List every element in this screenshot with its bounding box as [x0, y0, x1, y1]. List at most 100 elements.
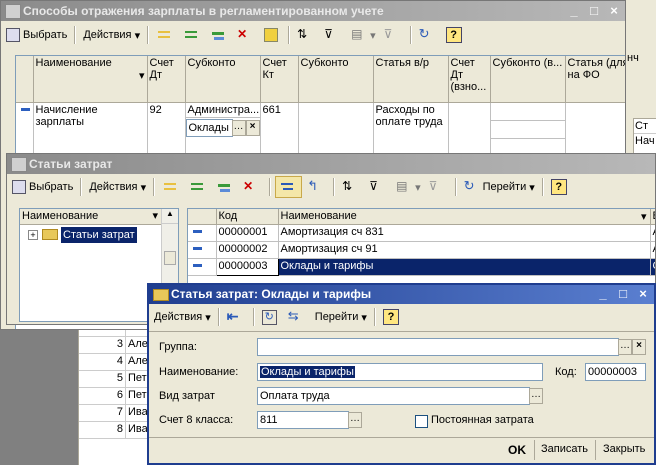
item-icon — [193, 230, 202, 234]
minimize-button[interactable]: _ — [565, 3, 583, 19]
toolbar: Выбрать Действия ▾ ✕ ↰ ⇅ ⊽ ▤ ▾ ⊽ ↻ Перейт… — [9, 175, 653, 199]
maximize-button[interactable]: □ — [585, 3, 603, 19]
chevron-down-icon: ▾ — [131, 29, 141, 42]
tree-header: Наименование ▾ — [20, 209, 178, 225]
bg-list-item: 3 Але — [79, 336, 154, 354]
maximize-button[interactable]: □ — [614, 286, 632, 302]
goto-label: Перейти — [482, 181, 527, 193]
hierarchy-icon[interactable] — [275, 176, 303, 198]
delete-mark-icon[interactable]: ✕ — [234, 25, 259, 45]
sort-icon[interactable]: ⇅ — [339, 177, 364, 197]
goto-menu[interactable]: ↻ Перейти ▾ — [461, 177, 538, 197]
col-extra[interactable]: В — [650, 209, 655, 225]
select-button[interactable]: Выбрать — [3, 25, 70, 45]
group-clear-icon[interactable]: × — [632, 339, 646, 355]
col-acc-dt[interactable]: Счет Дт — [147, 56, 186, 103]
bg-row-num: 7 — [116, 406, 123, 418]
col-subconto-2[interactable]: Субконто — [298, 56, 374, 103]
list-icon — [11, 157, 27, 172]
actions-menu[interactable]: Действия ▾ — [86, 177, 149, 197]
goto-arrows-icon[interactable]: ⇆ — [285, 307, 310, 327]
col-name[interactable]: Наименование ▾ — [278, 209, 651, 225]
list-item[interactable]: 00000003Оклады и тарифыО — [188, 257, 655, 276]
goto-menu[interactable]: Перейти ▾ — [312, 307, 370, 327]
help-icon[interactable]: ? — [548, 177, 573, 197]
folder-icon — [153, 289, 169, 301]
tree-item-root[interactable]: + Статьи затрат — [20, 227, 178, 243]
actions-menu[interactable]: Действия ▾ — [80, 25, 143, 45]
add-icon[interactable] — [153, 25, 178, 45]
folder-icon — [42, 229, 58, 240]
title-bar: Способы отражения зарплаты в регламентир… — [1, 1, 625, 21]
toolbar: Выбрать Действия ▾ ✕ ⇅ ⊽ ▤ ▾ ⊽ ↻ ? — [3, 23, 623, 47]
col-acc-kt[interactable]: Счет Кт — [260, 56, 299, 103]
clear-filter-icon[interactable]: ⊽ — [381, 25, 406, 45]
expand-icon[interactable]: + — [28, 230, 38, 240]
delete-mark-icon[interactable]: ✕ — [240, 177, 265, 197]
name-field[interactable]: Оклады и тарифы — [257, 363, 543, 381]
close-button[interactable]: × — [634, 286, 652, 302]
copy-icon[interactable] — [207, 25, 232, 45]
cell-name: Оклады и тарифы — [278, 258, 651, 276]
list-item[interactable]: 00000001Амортизация сч 831А — [188, 224, 655, 242]
add-group-icon[interactable] — [180, 25, 205, 45]
clear-icon[interactable]: × — [245, 119, 259, 136]
copy-icon[interactable] — [213, 177, 238, 197]
reread-icon[interactable]: ↻ — [259, 307, 283, 327]
actions-label: Действия — [83, 29, 132, 41]
help-icon[interactable]: ? — [380, 307, 405, 327]
close-form-button[interactable]: Закрыть — [603, 443, 645, 455]
bg-row-num: 3 — [116, 338, 123, 350]
col-subconto[interactable]: Субконто — [185, 56, 261, 103]
group-field[interactable] — [257, 338, 619, 356]
constant-cost-checkbox[interactable] — [415, 415, 428, 428]
add-icon[interactable] — [159, 177, 184, 197]
list-item[interactable]: 00000002Амортизация сч 91А — [188, 241, 655, 259]
select-button-dots[interactable]: … — [231, 119, 246, 136]
filter-icon[interactable]: ⊽ — [366, 177, 391, 197]
code-field[interactable]: 00000003 — [585, 363, 646, 381]
level-up-icon[interactable]: ↰ — [304, 177, 329, 197]
cell-code: 00000002 — [216, 241, 279, 259]
code-label: Код: — [555, 366, 577, 378]
close-button[interactable]: × — [605, 3, 623, 19]
document-icon — [5, 4, 21, 19]
tree-item-label: Статьи затрат — [61, 227, 137, 243]
col-article-contrib[interactable]: Статья (для вз на ФО — [565, 56, 625, 103]
add-group-icon[interactable] — [186, 177, 211, 197]
filter-menu-icon[interactable]: ▤ ▾ — [348, 25, 379, 45]
account-field[interactable]: 811 — [257, 411, 349, 429]
col-acc-dt-contrib[interactable]: Счет Дт (взно... — [448, 56, 491, 103]
title-bar: Статьи затрат — [7, 154, 655, 174]
cost-type-select-button[interactable]: … — [529, 388, 543, 404]
save-button[interactable]: Записать — [541, 443, 588, 455]
col-name[interactable]: Наименование ▾ — [33, 56, 148, 103]
back-arrow-icon[interactable]: ⇤ — [224, 307, 249, 327]
filter-menu-icon[interactable]: ▤ ▾ — [393, 177, 424, 197]
goto-label: Перейти — [314, 311, 359, 323]
minimize-button[interactable]: _ — [594, 286, 612, 302]
select-button[interactable]: Выбрать — [9, 177, 76, 197]
refresh-icon[interactable]: ↻ — [416, 25, 441, 45]
filter-icon[interactable]: ⊽ — [321, 25, 346, 45]
subconto-edit-field[interactable]: Оклады — [185, 118, 233, 137]
table-row[interactable]: Начисление зарплаты 92 Администра... Окл… — [16, 102, 625, 157]
cost-type-field[interactable]: Оплата труда — [257, 387, 530, 405]
chevron-down-icon: ▾ — [358, 311, 367, 324]
col-subconto-contrib[interactable]: Субконто (в... — [490, 56, 566, 103]
col-article[interactable]: Статья в/р — [373, 56, 449, 103]
cell-name: Начисление зарплаты — [33, 102, 148, 157]
title-bar: Статья затрат: Оклады и тарифы _ □ × — [149, 285, 654, 304]
cell-acc-kt: 661 — [260, 102, 299, 157]
group-select-button[interactable]: … — [618, 339, 632, 355]
actions-menu[interactable]: Действия ▾ — [151, 307, 214, 327]
clear-filter-icon[interactable]: ⊽ — [426, 177, 451, 197]
account-select-button[interactable]: … — [348, 412, 362, 428]
ok-button[interactable]: OK — [508, 443, 526, 457]
sort-icon[interactable]: ⇅ — [294, 25, 319, 45]
bg-list-item: 6 Пет — [79, 387, 154, 405]
help-icon[interactable]: ? — [443, 25, 468, 45]
post-icon[interactable] — [261, 25, 284, 45]
col-code[interactable]: Код — [216, 209, 279, 225]
window-title: Статьи затрат — [29, 157, 113, 171]
